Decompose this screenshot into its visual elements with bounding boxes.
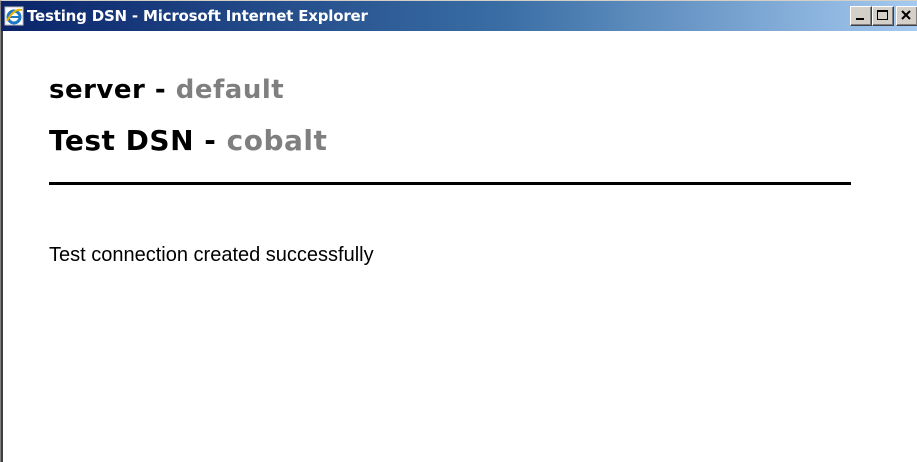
internet-explorer-icon[interactable] [4,6,24,26]
dsn-heading: Test DSN - cobalt [49,124,327,157]
page-content: server - default Test DSN - cobalt Test … [1,31,917,462]
dsn-value: cobalt [226,124,328,157]
close-button[interactable] [896,6,917,26]
server-label: server - [49,75,176,105]
title-bar[interactable]: Testing DSN - Microsoft Internet Explore… [1,1,917,31]
close-icon [901,10,911,20]
status-message: Test connection created successfully [49,244,374,266]
maximize-button[interactable] [872,6,894,26]
minimize-button[interactable] [850,6,872,26]
minimize-icon [856,18,864,20]
horizontal-divider [49,182,851,185]
browser-window: Testing DSN - Microsoft Internet Explore… [0,0,917,462]
maximize-icon [877,10,888,20]
window-title: Testing DSN - Microsoft Internet Explore… [27,7,368,25]
server-heading: server - default [49,75,284,105]
server-value: default [175,75,285,105]
window-controls [850,6,917,26]
dsn-label: Test DSN - [49,124,227,157]
